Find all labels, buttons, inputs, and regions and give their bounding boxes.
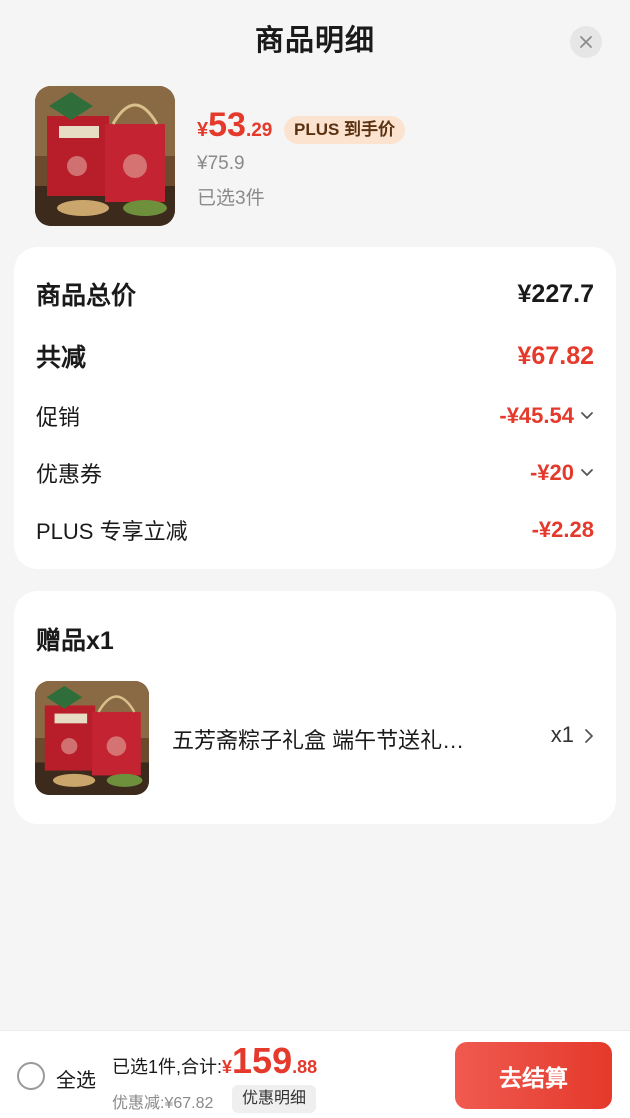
gift-image[interactable] bbox=[35, 681, 149, 795]
coupon-value: -¥20 bbox=[529, 460, 574, 485]
summary-row-total: 商品总价 ¥227.7 bbox=[36, 276, 594, 312]
discount-summary: 优惠减:¥67.82 bbox=[112, 1095, 214, 1112]
summary-row-discount: 共减 ¥67.82 bbox=[36, 338, 594, 374]
discount-value: ¥67.82 bbox=[517, 341, 594, 370]
plus-discount-value: -¥2.28 bbox=[531, 517, 594, 542]
chevron-down-icon[interactable] bbox=[580, 466, 594, 480]
promotion-value: -¥45.54 bbox=[499, 403, 574, 428]
total-value: ¥227.7 bbox=[517, 279, 594, 308]
page-title: 商品明细 bbox=[254, 25, 375, 57]
total-label: 商品总价 bbox=[36, 282, 137, 310]
gift-card: 赠品x1 五芳斋粽子礼盒 端午节送礼… x1 bbox=[14, 591, 616, 824]
summary-row-plus: PLUS 专享立减 -¥2.28 bbox=[36, 514, 594, 546]
chevron-right-icon[interactable] bbox=[582, 728, 596, 744]
checkout-bar: 全选 已选1件,合计: ¥ 159 .88 优惠减:¥67.82 优惠明细 去结… bbox=[0, 1030, 630, 1118]
select-all-checkbox[interactable] bbox=[17, 1062, 45, 1090]
gift-box-image bbox=[35, 86, 175, 226]
product-detail-sheet: 商品明细 ¥ 53 .29 PLUS 到手价 ¥75.9 已选3件 商品总价 ¥… bbox=[0, 0, 630, 1030]
product-image[interactable] bbox=[35, 86, 175, 226]
plus-price-badge: PLUS 到手价 bbox=[284, 116, 406, 144]
gift-title: 赠品x1 bbox=[36, 627, 114, 655]
discount-detail-button[interactable]: 优惠明细 bbox=[232, 1085, 317, 1113]
coupon-label: 优惠券 bbox=[36, 462, 103, 487]
currency-symbol: ¥ bbox=[197, 119, 209, 141]
discount-label: 共减 bbox=[36, 344, 87, 372]
checkout-button[interactable]: 去结算 bbox=[455, 1042, 612, 1109]
total-integer: 159 bbox=[232, 1040, 293, 1081]
price-summary-card: 商品总价 ¥227.7 共减 ¥67.82 促销 -¥45.54 优惠券 -¥2… bbox=[14, 247, 616, 569]
price-decimal: .29 bbox=[245, 120, 273, 141]
select-all-label[interactable]: 全选 bbox=[56, 1064, 96, 1093]
gift-name[interactable]: 五芳斋粽子礼盒 端午节送礼… bbox=[172, 723, 502, 755]
total-line: 已选1件,合计: ¥ 159 .88 bbox=[112, 1043, 317, 1079]
original-price: ¥75.9 bbox=[197, 153, 245, 174]
gift-box-image bbox=[35, 681, 149, 795]
product-summary: ¥ 53 .29 PLUS 到手价 ¥75.9 已选3件 bbox=[35, 86, 595, 226]
close-button[interactable] bbox=[570, 26, 602, 58]
price-integer: 53 bbox=[208, 106, 246, 144]
total-currency: ¥ bbox=[222, 1057, 233, 1077]
selected-count: 已选3件 bbox=[197, 188, 265, 209]
sheet-header: 商品明细 bbox=[0, 0, 630, 80]
chevron-down-icon[interactable] bbox=[580, 409, 594, 423]
total-decimal: .88 bbox=[292, 1057, 318, 1077]
total-prefix: 已选1件,合计: bbox=[112, 1057, 223, 1077]
close-icon bbox=[580, 36, 592, 48]
plus-discount-label: PLUS 专享立减 bbox=[36, 519, 188, 544]
summary-row-coupon[interactable]: 优惠券 -¥20 bbox=[36, 457, 594, 489]
current-price: ¥ 53 .29 bbox=[197, 108, 272, 142]
promotion-label: 促销 bbox=[36, 405, 81, 430]
summary-row-promotion[interactable]: 促销 -¥45.54 bbox=[36, 400, 594, 432]
gift-quantity: x1 bbox=[550, 722, 574, 747]
